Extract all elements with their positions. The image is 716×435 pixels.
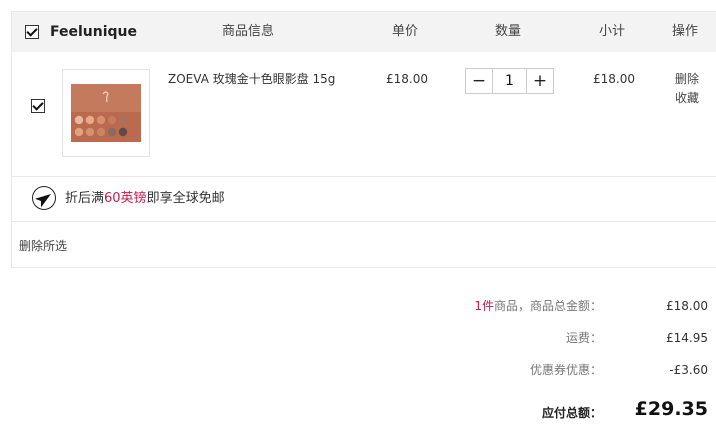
item-checkbox[interactable] xyxy=(31,99,45,113)
select-all-checkbox[interactable] xyxy=(25,25,39,39)
column-header-info: 商品信息 xyxy=(222,24,275,39)
column-header-actions: 操作 xyxy=(672,24,699,39)
decrease-quantity-button[interactable]: − xyxy=(466,69,493,93)
plane-icon xyxy=(32,186,56,210)
total-payable-label: 应付总额： xyxy=(541,406,602,420)
delete-item-link[interactable]: 删除 xyxy=(672,70,702,89)
coupon-discount-label: 优惠券优惠： xyxy=(529,363,602,377)
shop-name: Feelunique xyxy=(50,24,138,40)
quantity-input[interactable] xyxy=(493,69,526,93)
column-header-subtotal: 小计 xyxy=(599,24,626,39)
eyeshadow-palette-thumbnail xyxy=(71,84,141,142)
item-actions: 删除 收藏 xyxy=(672,70,702,108)
favorite-item-link[interactable]: 收藏 xyxy=(672,89,702,108)
total-payable-value: £29.35 xyxy=(634,398,708,420)
shipping-fee-value: £14.95 xyxy=(666,331,708,345)
product-image[interactable] xyxy=(62,69,150,157)
item-count: 1件 xyxy=(474,299,494,313)
shipping-fee-label: 运费： xyxy=(565,331,602,345)
column-header-quantity: 数量 xyxy=(495,24,522,39)
unit-price: £18.00 xyxy=(386,72,428,86)
quantity-stepper: − + xyxy=(465,68,554,94)
shipping-promo-suffix: 即享全球免邮 xyxy=(146,191,225,206)
shipping-promo-threshold: 60英镑 xyxy=(104,191,147,206)
items-total-value: £18.00 xyxy=(666,299,708,313)
delete-selected-link[interactable]: 删除所选 xyxy=(19,237,67,254)
shipping-promo-text: 折后满60英镑即享全球免邮 xyxy=(65,177,225,221)
item-subtotal: £18.00 xyxy=(593,72,635,86)
cart-item-row: ZOEVA 玫瑰金十色眼影盘 15g £18.00 − + £18.00 删除 … xyxy=(12,52,716,177)
items-total-label: 1件商品，商品总金额： xyxy=(472,297,602,314)
coupon-discount-value: -£3.60 xyxy=(669,363,708,377)
items-total-label-text: 商品，商品总金额： xyxy=(493,299,602,313)
cart-panel: Feelunique 商品信息 单价 数量 小计 操作 ZOEVA 玫瑰金十色眼… xyxy=(11,11,716,268)
shipping-promo-row: 折后满60英镑即享全球免邮 xyxy=(12,177,716,222)
product-name-link[interactable]: ZOEVA 玫瑰金十色眼影盘 15g xyxy=(168,70,335,87)
increase-quantity-button[interactable]: + xyxy=(526,69,553,93)
column-header-price: 单价 xyxy=(392,24,419,39)
cart-header: Feelunique 商品信息 单价 数量 小计 操作 xyxy=(12,12,716,52)
shipping-promo-prefix: 折后满 xyxy=(65,191,105,206)
